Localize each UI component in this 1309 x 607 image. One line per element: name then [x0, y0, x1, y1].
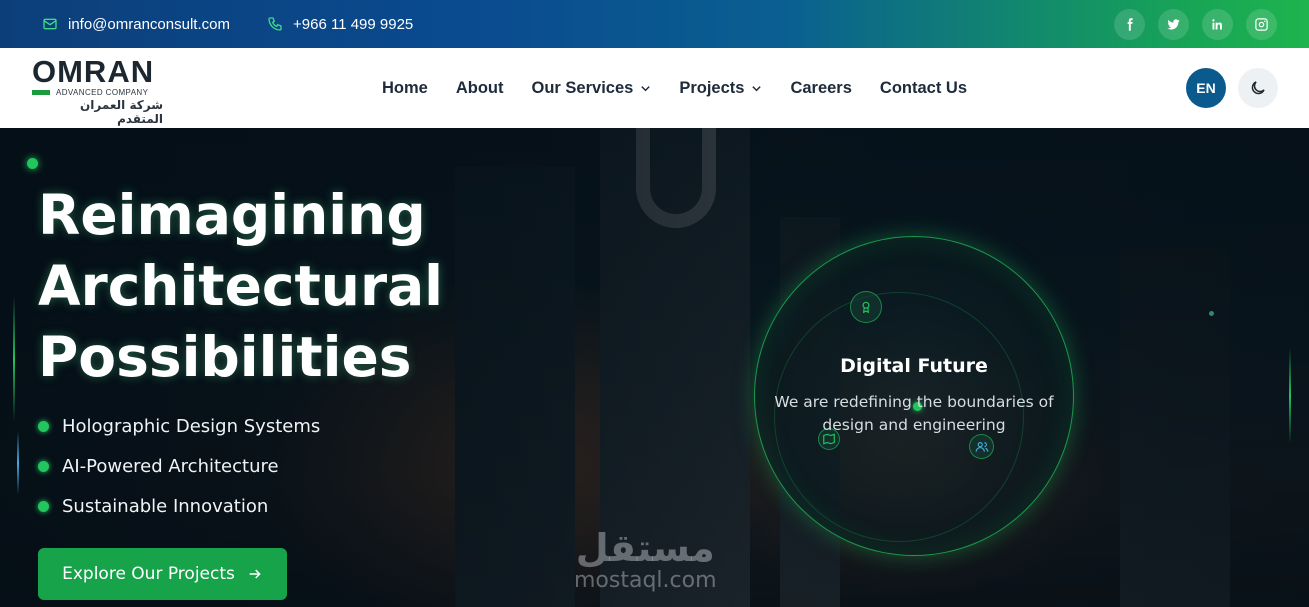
hero-title: Reimagining Architectural Possibilities — [38, 180, 498, 393]
logo-accent-bar — [32, 90, 50, 95]
bullet-dot — [38, 420, 49, 432]
nav-about[interactable]: About — [456, 79, 504, 98]
nav-label: Our Services — [531, 78, 634, 97]
instagram-icon[interactable] — [1246, 9, 1277, 40]
main-header: OMRAN ADVANCED COMPANY شركة العمران المت… — [0, 48, 1309, 128]
nav-projects[interactable]: Projects — [679, 79, 762, 98]
bullet-dot — [38, 460, 49, 472]
bullet-dot — [38, 500, 49, 512]
nav-label: Home — [382, 78, 428, 97]
phone-icon — [268, 17, 282, 31]
email-text[interactable]: info@omranconsult.com — [68, 16, 230, 33]
chevron-down-icon — [641, 85, 650, 91]
award-icon — [862, 301, 870, 314]
cta-label: Explore Our Projects — [62, 564, 235, 584]
feature-label: Holographic Design Systems — [62, 415, 321, 437]
linkedin-icon[interactable] — [1202, 9, 1233, 40]
explore-projects-button[interactable]: Explore Our Projects — [38, 548, 287, 600]
social-links — [1114, 9, 1277, 40]
language-button[interactable]: EN — [1186, 68, 1226, 108]
accent-line-left-blue — [17, 431, 19, 495]
hero-title-line: Possibilities — [38, 325, 412, 389]
feature-item: Sustainable Innovation — [38, 486, 320, 526]
company-logo[interactable]: OMRAN ADVANCED COMPANY شركة العمران المت… — [32, 54, 172, 126]
hero-section: Reimagining Architectural Possibilities … — [0, 128, 1309, 607]
theme-toggle-button[interactable] — [1238, 68, 1278, 108]
phone-contact[interactable]: +966 11 499 9925 — [267, 0, 413, 48]
feature-list: Holographic Design Systems AI-Powered Ar… — [38, 406, 320, 526]
nav-our-services[interactable]: Our Services — [532, 79, 652, 98]
accent-line-right — [1289, 348, 1291, 443]
moon-icon — [1251, 81, 1265, 95]
twitter-icon[interactable] — [1158, 9, 1189, 40]
accent-line-left-green — [13, 296, 15, 422]
glow-dot-top-left — [27, 158, 38, 169]
feature-label: Sustainable Innovation — [62, 495, 269, 517]
users-icon — [975, 441, 988, 452]
feature-label: AI-Powered Architecture — [62, 455, 279, 477]
nav-home[interactable]: Home — [382, 79, 428, 98]
circle-title: Digital Future — [840, 355, 988, 377]
feature-item: Holographic Design Systems — [38, 406, 320, 446]
chevron-down-icon — [752, 85, 762, 91]
logo-arabic: شركة العمران المتقدم — [80, 98, 163, 126]
hero-title-line: Architectural — [38, 254, 444, 318]
nav-contact-us[interactable]: Contact Us — [880, 79, 967, 98]
users-orb — [969, 434, 994, 459]
main-nav: Home About Our Services Projects Careers… — [382, 48, 967, 128]
glow-dot-right — [1209, 311, 1214, 316]
top-bar: info@omranconsult.com +966 11 499 9925 — [0, 0, 1309, 48]
hero-title-line: Reimagining — [38, 183, 426, 247]
mostaql-watermark: مستقل mostaql.com — [574, 528, 717, 594]
watermark-latin: mostaql.com — [574, 568, 717, 593]
logo-subtitle: ADVANCED COMPANY — [56, 88, 149, 97]
circle-text: We are redefining the boundaries of desi… — [774, 393, 1054, 434]
arrow-right-icon — [249, 569, 261, 579]
award-orb — [850, 291, 882, 323]
facebook-icon[interactable] — [1114, 9, 1145, 40]
logo-subtitle-row: ADVANCED COMPANY — [32, 88, 172, 97]
nav-careers[interactable]: Careers — [790, 79, 851, 98]
mail-icon — [43, 18, 57, 30]
watermark-arabic: مستقل — [575, 526, 715, 570]
nav-label: Projects — [679, 78, 745, 97]
nav-label: About — [455, 78, 504, 97]
email-contact[interactable]: info@omranconsult.com — [42, 0, 230, 48]
nav-label: Contact Us — [879, 78, 967, 97]
nav-label: Careers — [790, 78, 852, 97]
phone-text[interactable]: +966 11 499 9925 — [293, 16, 413, 33]
logo-name: OMRAN — [32, 54, 155, 89]
feature-item: AI-Powered Architecture — [38, 446, 320, 486]
